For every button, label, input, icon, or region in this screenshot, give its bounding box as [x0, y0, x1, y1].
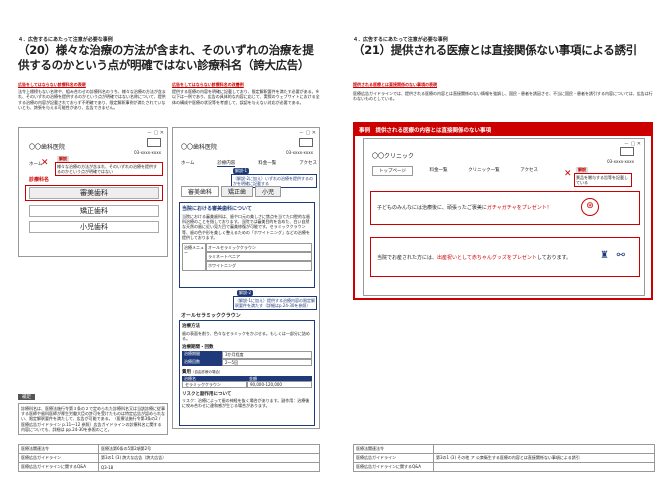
cross-icon: ✕ — [564, 169, 572, 179]
risk-label: リスクと副作用について — [182, 392, 232, 398]
nav-clinics[interactable]: クリニック一覧 — [464, 166, 504, 176]
ref-key: 医療広告ガイドライン — [18, 453, 99, 463]
page-title-line1: （20）様々な治療の方法が含まれ、そのいずれの治療を提 — [18, 43, 314, 57]
supplement-text: 診療科名は、医療法施行令第３条の２で定められた診療科名又は当該診療に従事する医師… — [18, 403, 168, 436]
mail-icon — [620, 147, 634, 156]
method-text: 歯の表面を削り、色々なセラミックをかぶせる。もしくは一部分に詰める。 — [182, 331, 310, 342]
mail-icon — [299, 138, 313, 147]
period-value: 3か月程度 — [222, 351, 312, 359]
ref-value: Q3-18 — [98, 462, 320, 472]
menu-button-kyosei[interactable]: 矯正歯科 — [29, 205, 159, 217]
treatment-detail-box: 治療方法 歯の表面を削り、色々なセラミックをかぶせる。もしくは一部分に詰める。 … — [179, 320, 315, 426]
good-example-text: 提供する医療の内容を明確に記載しており、限定解釈要件を満たす必要がある。※以下は… — [172, 89, 320, 105]
baby-bottle-icon: ♜ — [600, 250, 609, 261]
menu-label: 治療メニュー — [182, 243, 206, 271]
reference-table: 医療法関連法令 医療法第6条の5第2項第2号 医療広告ガイドライン 第3の1 (3)… — [18, 444, 320, 472]
left-page: ４．広告するにあたって注意が必要な事例 （20）様々な治療の方法が含まれ、そのい… — [0, 0, 335, 504]
mail-icon — [147, 138, 161, 147]
bad-example-mock-site: － ▢ ✕ 〇〇歯科医院 03-xxxx-xxxx ホーム ✕ 解説 様々な治療… — [18, 127, 168, 257]
tab-shinbi[interactable]: 審美歯科 — [181, 186, 220, 197]
ref-value — [433, 444, 655, 454]
nav-home[interactable]: ホーム — [181, 160, 194, 167]
fee-cell: セラミッククラウン — [182, 381, 247, 389]
stroller-icon: ⚯ — [616, 250, 625, 261]
bad-example-label: 広告をしてはならない診療科名の表現 — [18, 82, 86, 87]
clinic-name: 〇〇クリニック — [372, 153, 415, 160]
ref-key: 医療広告ガイドラインに関するQ&A — [18, 462, 99, 472]
window-controls: － ▢ ✕ — [146, 130, 164, 136]
tab-bar: 審美歯科 矯正歯 小児 — [181, 186, 282, 197]
promo-box-baby: 当院でお産された方には、出産祝いとして赤ちゃんグッズをプレゼントしております。 … — [370, 237, 640, 277]
kaisetsu-text: 景品を贈与する旨等を記載している — [574, 173, 632, 188]
tab-kyosei[interactable]: 矯正歯 — [221, 186, 254, 197]
promo-text: 子どものみんなには治療後に、頑張ったご褒美にガチャガチャをプレゼント！ — [377, 205, 552, 211]
example-banner: 事例 提供される医療の内容とは直接関係のない事項 — [355, 124, 651, 136]
supplement-label: 補足 — [18, 394, 35, 400]
bad-example-text: 医療広告ガイドラインでは、提供される医療の内容とは直接関係のない情報を強調し、国… — [353, 91, 653, 102]
section-heading: ４．広告するにあたって注意が必要な事例 — [353, 37, 448, 43]
good-example-mock-site: － ▢ ✕ 〇〇歯科医院 03-xxxx-xxxx ホーム 診療内容 料金一覧 … — [172, 127, 320, 429]
kaisetsu-text: 様々な治療の方法が含まれ、そのいずれの治療を提供するのかという点が明確ではない — [55, 162, 163, 177]
clinic-name: 〇〇歯科医院 — [29, 144, 66, 151]
ref-value: 第3の1 (3) その他 ア 公衆衛生する医療の内容とは直接関係ない事項による誘… — [433, 453, 655, 463]
window-controls: － ▢ ✕ — [623, 141, 641, 147]
menu-label: 診療科名 — [29, 177, 50, 183]
period-key: 治療回数 — [182, 358, 222, 366]
nav-access[interactable]: アクセス — [299, 160, 317, 167]
phone-number: 03-xxxx-xxxx — [134, 150, 161, 155]
method-label: 治療方法 — [182, 324, 200, 329]
section-body: 当院における審美歯科は、歯や口元の美しさに焦点を当てた口腔的な歯科治療のことを指… — [182, 214, 310, 240]
menu-button-shinbi[interactable]: 審美歯科 — [29, 187, 159, 199]
ref-key: 医療広告ガイドライン — [353, 453, 434, 463]
right-page: ４．広告するにあたって注意が必要な事例 （21）提供される医療とは直接関係ない事… — [335, 0, 670, 504]
nav-services[interactable]: 診療内容 — [217, 160, 236, 167]
top-nav: ホーム 診療内容 料金一覧 アクセス — [181, 160, 317, 167]
service-description-box: 当院における審美歯科について 当院における審美歯科は、歯や口元の美しさに焦点を当… — [179, 202, 315, 288]
section-heading: ４．広告するにあたって注意が必要な事例 — [18, 37, 113, 43]
period-value: 2～5回 — [222, 358, 312, 366]
page-title: （21）提供される医療とは直接関係ない事項による誘引 — [353, 43, 637, 57]
bad-example-label: 提供される医療とは直接関係のない事項の表現 — [353, 82, 437, 87]
kaisetsu2-text: （解説-1に加え）提供する治療内容の限定解釈要件を満たす（詳細はp.24-30を… — [233, 296, 317, 311]
menu-item: ラミネートベニア — [206, 252, 312, 262]
ref-key: 医療法関連法令 — [18, 444, 99, 454]
ref-key: 医療広告ガイドラインに関するQ&A — [353, 462, 434, 472]
gacha-icon: ⊛ — [581, 198, 599, 216]
ref-value: 第3の1 (3) 誇大な広告（誇大広告） — [98, 453, 320, 463]
period-label: 治療期間・回数 — [182, 345, 214, 351]
ref-value — [433, 462, 655, 472]
menu-button-shoni[interactable]: 小児歯科 — [29, 221, 159, 233]
top-nav: トップページ 料金一覧 クリニック一覧 アクセス — [372, 166, 542, 176]
nav-prices[interactable]: 料金一覧 — [258, 160, 276, 167]
period-key: 治療期間 — [182, 351, 222, 359]
clinic-name: 〇〇歯科医院 — [181, 144, 218, 151]
phone-number: 03-xxxx-xxxx — [286, 150, 313, 155]
promo-text: 当院でお産された方には、出産祝いとして赤ちゃんグッズをプレゼントしております。 — [377, 255, 572, 261]
example-frame: 事例 提供される医療の内容とは直接関係のない事項 － ▢ ✕ 〇〇クリニック 0… — [353, 122, 653, 300]
menu-item: オールセラミッククラウン — [206, 243, 312, 253]
page-title-line2: 供するのかという点が明確ではない診療科名（誇大広告） — [18, 58, 310, 72]
sub-heading: オールセラミッククラウン — [181, 313, 241, 319]
window-controls: － ▢ ✕ — [298, 130, 316, 136]
section-heading: 当院における審美歯科について — [182, 206, 252, 212]
menu-item: ホワイトニング — [206, 261, 312, 271]
cross-icon: ✕ — [41, 158, 49, 168]
fee-cell: 90,000-120,000 — [247, 381, 312, 389]
good-example-label: 広告をしてはならない診療科名の改善例 — [172, 82, 244, 87]
promo-box-gacha: 子どものみんなには治療後に、頑張ったご褒美にガチャガチャをプレゼント！ ⊛ — [370, 191, 640, 225]
example-mock-site: － ▢ ✕ 〇〇クリニック 03-xxxx-xxxx トップページ 料金一覧 ク… — [363, 138, 645, 296]
tab-shoni[interactable]: 小児 — [255, 186, 282, 197]
nav-prices[interactable]: 料金一覧 — [426, 166, 452, 176]
fee-label: 費用（自由診療の場合） — [182, 369, 223, 375]
ref-value: 医療法第6条の5第2項第2号 — [98, 444, 320, 454]
reference-table: 医療法関連法令 医療広告ガイドライン 第3の1 (3) その他 ア 公衆衛生する医… — [353, 444, 655, 472]
phone-number: 03-xxxx-xxxx — [607, 159, 634, 164]
bad-example-text: 法令上標榜もない名称や、組み合わせの診療科名のうち、様々な治療の方法が含まれ、そ… — [18, 89, 166, 110]
nav-top[interactable]: トップページ — [372, 166, 413, 176]
ref-key: 医療法関連法令 — [353, 444, 434, 454]
risk-text: リスク：治療によって歯の神経を抜く場合があります。副作用：治療後に咬み合わせに違… — [182, 398, 310, 409]
nav-access[interactable]: アクセス — [516, 166, 542, 176]
